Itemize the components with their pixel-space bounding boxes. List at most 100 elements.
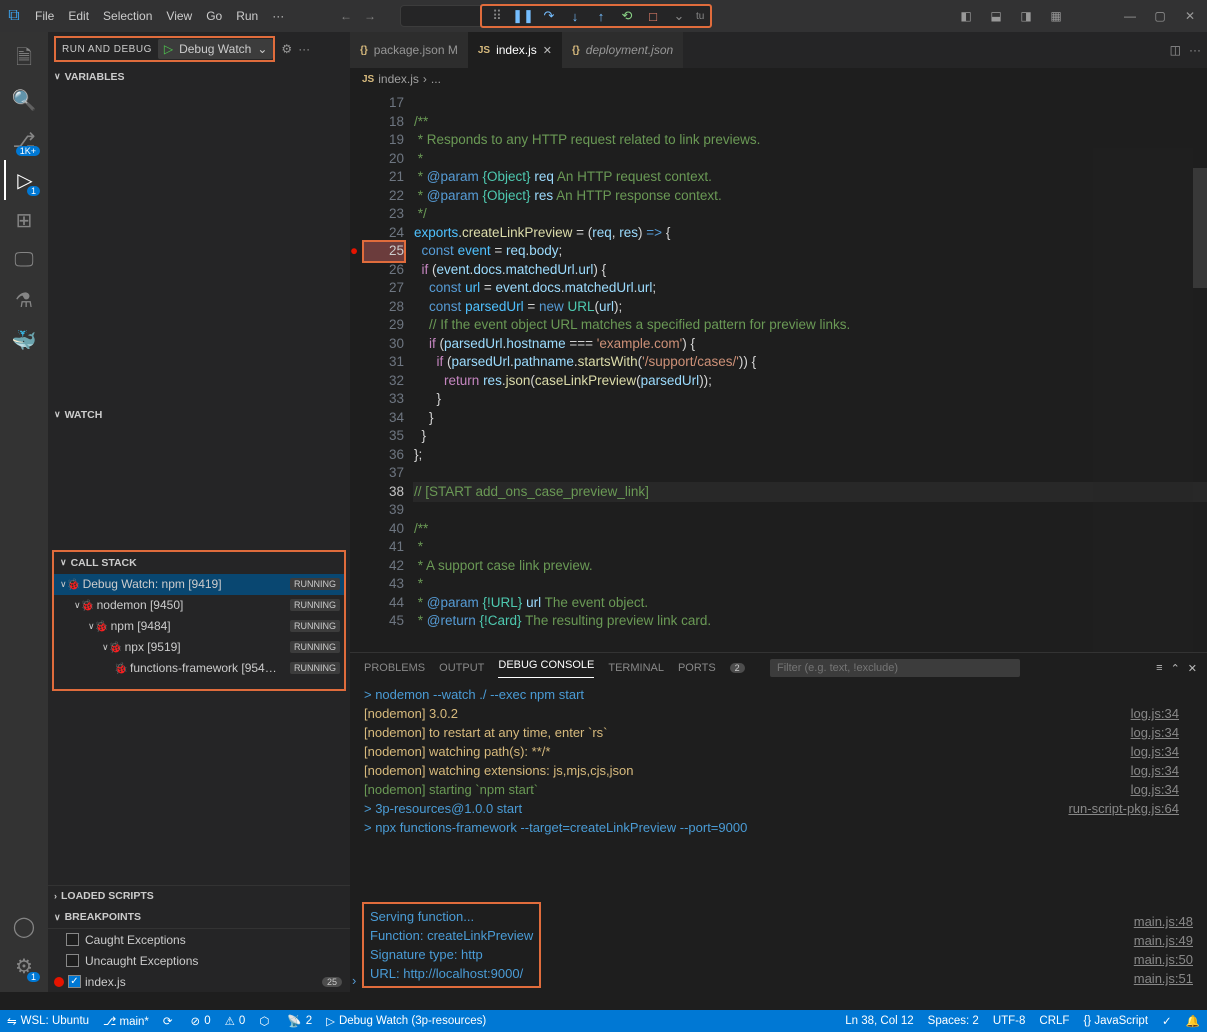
chevron-down-icon: ⌄ [257, 42, 267, 56]
gear-icon[interactable]: ⚙1 [4, 946, 44, 986]
callstack-row[interactable]: 🐞functions-framework [954…RUNNING [54, 658, 344, 679]
breakpoint-file[interactable]: ✓index.js25 [48, 971, 350, 992]
status-item[interactable]: ⚠0 [218, 1014, 253, 1028]
breakpoints-header[interactable]: ∨BREAKPOINTS [48, 907, 350, 928]
menu-view[interactable]: View [159, 0, 199, 32]
status-item[interactable]: 📡2 [280, 1014, 319, 1028]
breakpoint-exception[interactable]: Uncaught Exceptions [48, 950, 350, 971]
run-debug-config: RUN AND DEBUG ▷ Debug Watch ⌄ [54, 36, 275, 62]
status-item[interactable]: 🔔 [1179, 1014, 1207, 1028]
stop-icon[interactable]: □ [644, 7, 662, 25]
status-item[interactable]: ▷Debug Watch (3p-resources) [319, 1014, 493, 1028]
play-icon: ▷ [164, 42, 173, 56]
layout-toggle-icon[interactable]: ◧ [955, 9, 977, 23]
watch-header[interactable]: ∨WATCH [48, 404, 350, 425]
panel-tab-terminal[interactable]: TERMINAL [608, 662, 664, 674]
debug-config-dropdown[interactable]: ▷ Debug Watch ⌄ [158, 39, 274, 59]
drag-handle-icon[interactable]: ⠿ [488, 7, 506, 25]
docker-icon[interactable]: 🐳 [4, 320, 44, 360]
chevron-down-icon[interactable]: ⌄ [670, 7, 688, 25]
panel-tab-problems[interactable]: PROBLEMS [364, 662, 425, 674]
search-icon[interactable]: 🔍 [4, 80, 44, 120]
status-item[interactable]: ⊘0 [184, 1014, 218, 1028]
menu-edit[interactable]: Edit [61, 0, 96, 32]
console-line: [nodemon] starting `npm start`log.js:34 [364, 780, 1193, 799]
status-item[interactable]: ✓ [1155, 1014, 1179, 1028]
panel-tab-ports[interactable]: PORTS [678, 662, 716, 674]
scm-icon[interactable]: ⎇1K+ [4, 120, 44, 160]
layout-side-icon[interactable]: ◨ [1015, 9, 1037, 23]
minimap[interactable] [1093, 148, 1193, 652]
close-icon[interactable]: ✕ [1179, 9, 1201, 23]
menu-file[interactable]: File [28, 0, 61, 32]
test-icon[interactable]: ⚗ [4, 280, 44, 320]
console-source-link[interactable]: main.js:48 [1134, 912, 1193, 931]
debug-toolbar: ⠿ ❚❚ ↷ ↓ ↑ ⟲ □ ⌄ tu [480, 4, 712, 28]
nav-back-icon[interactable]: ← [340, 9, 352, 23]
status-item[interactable]: ⎇ main* [96, 1014, 156, 1028]
callstack-row[interactable]: ∨ 🐞Debug Watch: npm [9419]RUNNING [54, 574, 344, 595]
step-out-icon[interactable]: ↑ [592, 7, 610, 25]
extensions-icon[interactable]: ⊞ [4, 200, 44, 240]
debug-icon[interactable]: ▷1 [4, 160, 44, 200]
minimize-icon[interactable]: — [1119, 9, 1141, 23]
status-item[interactable]: UTF-8 [986, 1014, 1033, 1028]
close-tab-icon[interactable]: ✕ [543, 44, 552, 57]
restart-icon[interactable]: ⟲ [618, 7, 636, 25]
status-item[interactable]: {} JavaScript [1076, 1014, 1155, 1028]
console-filter-input[interactable] [770, 659, 1020, 677]
editor-tab[interactable]: {}package.json M [350, 32, 468, 68]
maximize-icon[interactable]: ▢ [1149, 9, 1171, 23]
menu-run[interactable]: Run [229, 0, 265, 32]
callstack-header[interactable]: ∨CALL STACK [54, 552, 344, 574]
status-item[interactable]: ⬡ [252, 1014, 280, 1028]
layout-custom-icon[interactable]: ▦ [1045, 9, 1067, 23]
step-over-icon[interactable]: ↷ [540, 7, 558, 25]
close-panel-icon[interactable]: ✕ [1188, 662, 1197, 675]
status-item[interactable]: ⟳ [156, 1014, 184, 1028]
panel-tab-debug-console[interactable]: DEBUG CONSOLE [498, 659, 594, 678]
callstack-row[interactable]: ∨ 🐞nodemon [9450]RUNNING [54, 595, 344, 616]
variables-header[interactable]: ∨VARIABLES [48, 66, 350, 87]
editor-tab[interactable]: {}deployment.json [562, 32, 683, 68]
menu-···[interactable]: ··· [265, 0, 291, 32]
console-filter[interactable] [770, 659, 1020, 677]
editor-tab[interactable]: JSindex.js✕ [468, 32, 562, 68]
console-line: [nodemon] to restart at any time, enter … [364, 723, 1193, 742]
console-source-link[interactable]: main.js:49 [1134, 931, 1193, 950]
breakpoint-exception[interactable]: Caught Exceptions [48, 929, 350, 950]
debug-console[interactable]: > nodemon --watch ./ --exec npm start [n… [350, 683, 1207, 992]
layout-panel-icon[interactable]: ⬓ [985, 9, 1007, 23]
more-icon[interactable]: ··· [298, 42, 310, 56]
menu-selection[interactable]: Selection [96, 0, 159, 32]
breadcrumb[interactable]: JS index.js › ... [350, 68, 1207, 90]
console-line: [nodemon] 3.0.2log.js:34 [364, 704, 1193, 723]
gear-icon[interactable]: ⚙ [281, 42, 292, 56]
nav-fwd-icon[interactable]: → [364, 9, 376, 23]
files-icon[interactable]: 🗎 [4, 40, 44, 80]
avatar-icon[interactable]: ◯ [4, 906, 44, 946]
callstack-row[interactable]: ∨ 🐞npx [9519]RUNNING [54, 637, 344, 658]
console-source-link[interactable]: main.js:51 [1134, 969, 1193, 988]
console-line: > nodemon --watch ./ --exec npm start [364, 685, 1193, 704]
loaded-scripts-header[interactable]: ›LOADED SCRIPTS [48, 885, 350, 906]
console-source-link[interactable]: main.js:50 [1134, 950, 1193, 969]
more-icon[interactable]: ··· [1189, 43, 1201, 57]
wrap-icon[interactable]: ≡ [1156, 662, 1162, 675]
split-editor-icon[interactable]: ◫ [1170, 43, 1181, 57]
editor-area: {}package.json MJSindex.js✕{}deployment.… [350, 32, 1207, 992]
title-bar: ⧉ FileEditSelectionViewGoRun··· ← → 🔍 ⠿ … [0, 0, 1207, 32]
pause-icon[interactable]: ❚❚ [514, 7, 532, 25]
status-item[interactable]: Ln 38, Col 12 [838, 1014, 920, 1028]
remote-explorer-icon[interactable]: 🖵 [4, 240, 44, 280]
collapse-icon[interactable]: ⌃ [1171, 662, 1180, 675]
status-item[interactable]: Spaces: 2 [921, 1014, 986, 1028]
panel-tab-output[interactable]: OUTPUT [439, 662, 484, 674]
step-into-icon[interactable]: ↓ [566, 7, 584, 25]
status-item[interactable]: CRLF [1032, 1014, 1076, 1028]
code-editor[interactable]: ● 17181920212223242526272829303132333435… [350, 90, 1207, 652]
callstack-row[interactable]: ∨ 🐞npm [9484]RUNNING [54, 616, 344, 637]
vertical-scrollbar[interactable] [1193, 148, 1207, 652]
status-item[interactable]: ⇋WSL: Ubuntu [0, 1014, 96, 1028]
menu-go[interactable]: Go [199, 0, 229, 32]
